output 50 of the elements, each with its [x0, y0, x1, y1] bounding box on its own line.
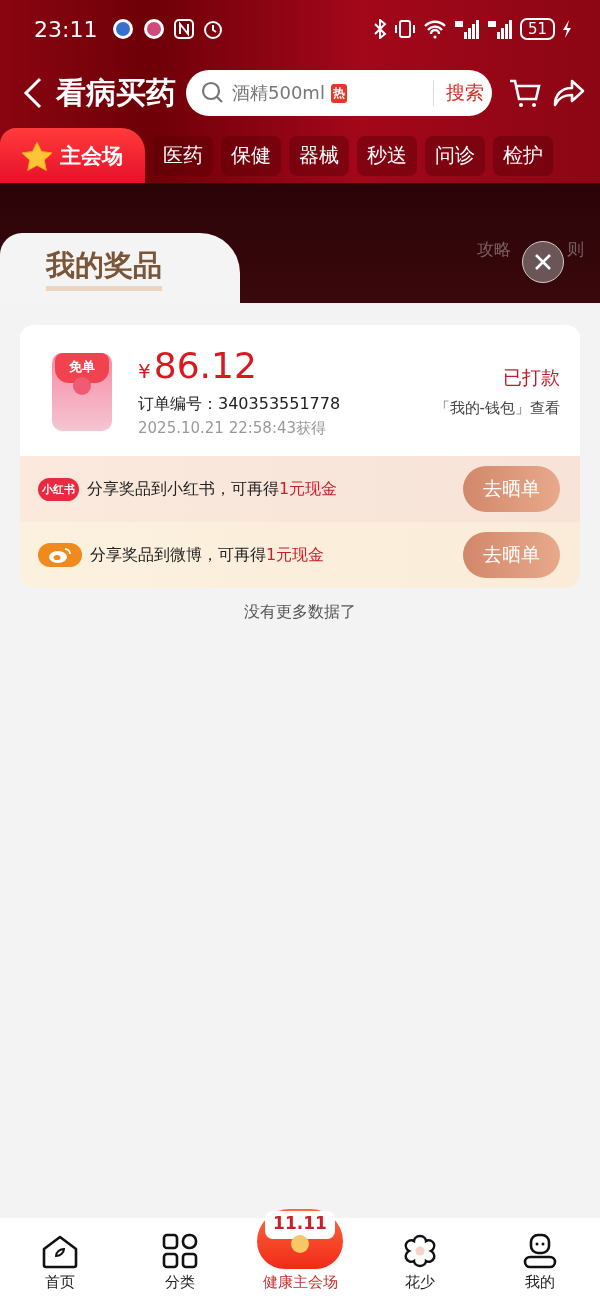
envelope-icon: 免单 [52, 352, 112, 431]
nfc-icon [173, 18, 196, 40]
nav-item[interactable]: 我的 [490, 1233, 590, 1292]
category-tab[interactable]: 秒送 [357, 135, 417, 176]
battery-level: 51 [519, 18, 555, 40]
app-notification-icon [111, 17, 136, 41]
xiaohongshu-logo: 小红书 [38, 477, 79, 501]
payment-status: 已打款 [502, 365, 560, 390]
nav-item[interactable]: 11.11 健康主会场 [250, 1209, 350, 1292]
vibrate-icon [393, 19, 416, 39]
share-offer-text: 分享奖品到微博，可再得1元现金 [90, 544, 325, 566]
envelope-icon: 11.11 [257, 1209, 343, 1269]
wifi-icon [422, 19, 447, 39]
alarm-icon [202, 18, 225, 40]
category-tab[interactable]: 主会场 [0, 128, 145, 183]
wallet-hint: 「我的-钱包」查看 [434, 399, 560, 418]
page-title: 看病买药 [56, 73, 176, 112]
cellular-signal-icon [453, 18, 480, 40]
cellular-signal-icon [486, 18, 513, 40]
search-field[interactable]: 酒精500ml 热 搜索 [186, 70, 492, 116]
category-tab[interactable]: 检护 [493, 135, 553, 176]
nav-item[interactable]: 首页 [10, 1235, 110, 1292]
cart-icon[interactable] [508, 77, 542, 109]
status-time: 23:11 [34, 16, 98, 42]
prize-amount: ¥86.12 [138, 345, 258, 388]
sheet-title: 我的奖品 [46, 245, 162, 291]
star-icon [20, 139, 54, 172]
end-of-list-text: 没有更多数据了 [243, 602, 357, 623]
search-button[interactable]: 搜索 [433, 80, 484, 106]
home-icon [41, 1235, 79, 1269]
grid-icon [162, 1233, 198, 1269]
order-number: 订单编号：340353551778 [138, 394, 342, 415]
share-offer-text: 分享奖品到小红书，可再得1元现金 [87, 478, 338, 500]
hot-badge: 热 [330, 83, 347, 103]
charging-icon [562, 19, 572, 39]
nav-item[interactable]: 分类 [130, 1233, 230, 1292]
flower-icon [402, 1233, 438, 1269]
category-tab[interactable]: 医药 [153, 135, 213, 176]
category-tab[interactable]: 保健 [221, 135, 281, 176]
profile-icon [522, 1233, 558, 1269]
nav-item[interactable]: 花少 [370, 1233, 470, 1292]
close-icon [533, 252, 553, 272]
category-tab[interactable]: 器械 [289, 135, 349, 176]
bluetooth-icon [372, 19, 387, 39]
category-tab[interactable]: 问诊 [425, 135, 485, 176]
obtained-time: 2025.10.21 22:58:43获得 [138, 419, 328, 438]
app-notification-icon [142, 17, 167, 41]
share-icon[interactable] [552, 78, 586, 108]
close-button[interactable] [522, 241, 564, 283]
weibo-logo-icon [38, 543, 82, 567]
